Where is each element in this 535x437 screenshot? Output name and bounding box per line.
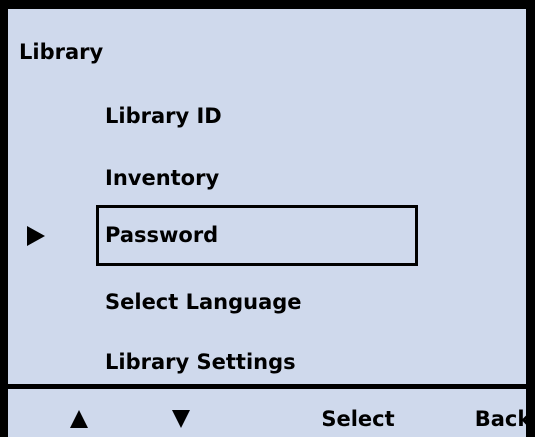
- down-arrow-icon: [172, 410, 190, 428]
- lcd-screen: Library Library ID Inventory Password Se…: [0, 0, 535, 437]
- back-button[interactable]: Back: [466, 404, 535, 434]
- down-button[interactable]: [166, 404, 196, 434]
- selection-pointer-icon: [27, 226, 45, 246]
- menu-item-inventory[interactable]: Inventory: [105, 165, 219, 191]
- menu-item-library-id[interactable]: Library ID: [105, 103, 222, 129]
- softkey-divider: [8, 384, 535, 389]
- up-arrow-icon: [70, 410, 88, 428]
- menu-item-library-settings[interactable]: Library Settings: [105, 349, 296, 375]
- select-button[interactable]: Select: [310, 404, 406, 434]
- menu-item-select-language[interactable]: Select Language: [105, 289, 302, 315]
- screen-title: Library: [19, 40, 104, 64]
- up-button[interactable]: [64, 404, 94, 434]
- menu-item-password[interactable]: Password: [96, 205, 418, 266]
